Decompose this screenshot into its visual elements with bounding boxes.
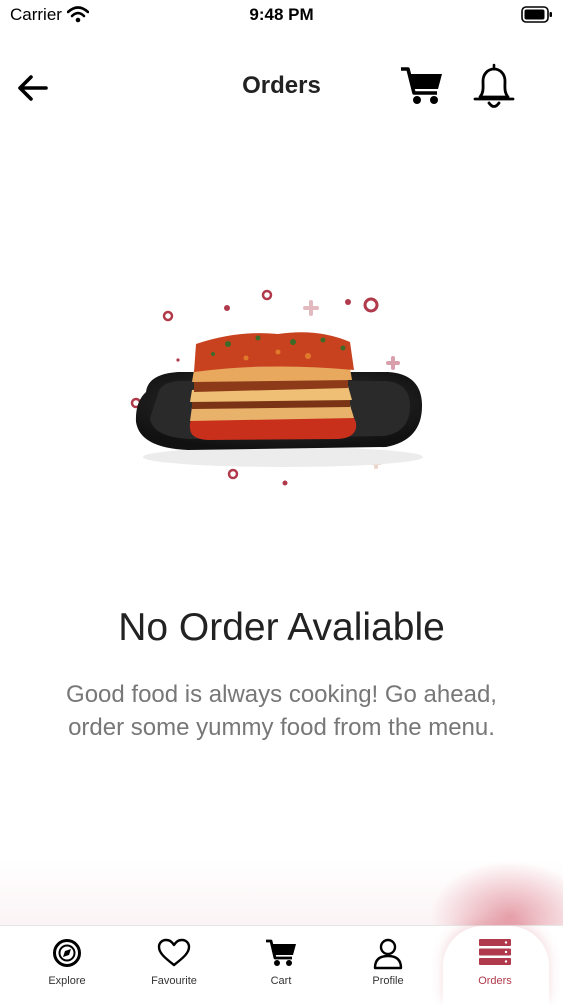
nav-cart[interactable]: Cart — [231, 926, 331, 1001]
bell-icon — [473, 63, 515, 108]
cart-icon — [401, 67, 442, 104]
empty-state-title: No Order Avaliable — [118, 606, 445, 649]
compass-icon — [53, 939, 81, 967]
nav-profile[interactable]: Profile — [338, 926, 438, 1001]
nav-label-orders: Orders — [478, 975, 512, 987]
orders-icon — [479, 939, 511, 965]
status-bar: Carrier 9:48 PM — [0, 0, 563, 30]
app-header: Orders — [0, 55, 563, 119]
lasagna-illustration — [130, 289, 423, 486]
nav-orders[interactable]: Orders — [445, 926, 545, 1001]
heart-icon — [157, 938, 191, 967]
nav-label-explore: Explore — [48, 975, 86, 987]
notifications-button[interactable] — [470, 61, 518, 111]
battery-icon — [521, 6, 552, 23]
empty-state-message: Good food is always cooking! Go ahead, o… — [66, 681, 497, 741]
nav-label-cart: Cart — [270, 975, 292, 987]
nav-explore[interactable]: Explore — [17, 926, 117, 1001]
cart-icon — [266, 939, 296, 966]
cart-button[interactable] — [399, 65, 445, 107]
nav-favourite[interactable]: Favourite — [124, 926, 224, 1001]
nav-label-profile: Profile — [372, 975, 404, 987]
status-time: 9:48 PM — [249, 5, 314, 24]
back-button[interactable] — [14, 69, 52, 107]
arrow-left-icon — [18, 75, 48, 101]
nav-label-favourite: Favourite — [151, 975, 197, 987]
user-icon — [373, 938, 403, 970]
bottom-nav: Explore Favourite Cart Profile Orders — [0, 925, 563, 1004]
